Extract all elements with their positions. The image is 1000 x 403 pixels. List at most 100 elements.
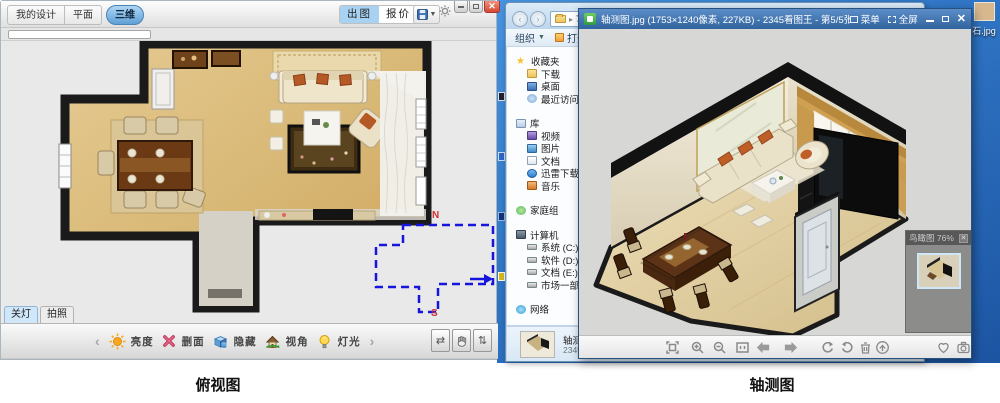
zoom-out-button[interactable]: [711, 340, 727, 355]
zoom-in-button[interactable]: [689, 340, 705, 355]
caption-axonometric-view: 轴测图: [732, 374, 812, 395]
maximize-icon: [473, 4, 479, 9]
light-label: 灯光: [338, 334, 361, 349]
next-image-button[interactable]: [783, 340, 799, 355]
maximize-button[interactable]: [942, 16, 949, 22]
desktop-strip-icon[interactable]: [498, 152, 505, 161]
light-button[interactable]: 灯光: [316, 333, 361, 350]
cube-icon: [212, 333, 229, 350]
item-label: 桌面: [541, 80, 560, 93]
section-label: 网络: [530, 303, 549, 316]
export-image-button[interactable]: 出图: [340, 6, 379, 23]
close-icon[interactable]: ✕: [959, 234, 968, 243]
hand-icon: [455, 334, 468, 347]
drive-icon: [527, 282, 537, 288]
close-button[interactable]: ✕: [484, 1, 500, 13]
viewer-app-icon: [584, 13, 596, 25]
star-icon: ★: [516, 57, 527, 66]
design-app-window: 我的设计 平面 三维 出图 报价 ▼: [0, 0, 497, 360]
zoom-view-button[interactable]: ⇅: [473, 329, 492, 352]
delete-button[interactable]: [857, 340, 873, 355]
scroll-left-icon[interactable]: ‹: [93, 333, 102, 349]
file-thumbnail-art: [521, 332, 554, 357]
rotate-right-button[interactable]: [839, 340, 855, 355]
thunder-downloads-icon: [527, 169, 537, 178]
rotate-left-button[interactable]: [819, 340, 835, 355]
drive-icon: [527, 269, 537, 275]
network-icon: [516, 305, 526, 314]
fit-icon: [665, 340, 680, 355]
item-label: 迅雷下载: [541, 167, 579, 180]
viewer-image-area[interactable]: 鸟瞰图 76% ✕: [579, 29, 971, 335]
caption-top-view: 俯视图: [178, 374, 258, 395]
back-button[interactable]: ‹: [512, 11, 528, 27]
up-arrow-icon: [875, 340, 890, 355]
room-select-combobox[interactable]: [8, 30, 151, 39]
minimize-icon: [458, 6, 464, 8]
file-thumbnail: [520, 331, 555, 358]
minimize-icon: [926, 20, 934, 22]
desktop-icon-label: 石.jpg: [971, 24, 997, 37]
desktop-strip-icon[interactable]: [498, 272, 505, 281]
fullscreen-button[interactable]: 全屏: [888, 12, 918, 26]
recent-places-icon: [527, 94, 537, 103]
actual-size-button[interactable]: [734, 340, 750, 355]
navigator-panel[interactable]: 鸟瞰图 76% ✕: [905, 230, 971, 333]
libraries-icon: [516, 119, 526, 128]
settings-gear-button[interactable]: [439, 4, 451, 16]
viewer-title: 轴测图.jpg (1753×1240像素, 227KB) - 2345看图王 -…: [601, 12, 850, 26]
previous-icon: [755, 340, 771, 355]
brightness-button[interactable]: 亮度: [109, 333, 154, 350]
fullscreen-label: 全屏: [899, 12, 918, 26]
desktop-icon-stone-jpg[interactable]: 石.jpg: [971, 2, 997, 37]
tab-snapshot[interactable]: 拍照: [40, 306, 74, 323]
design-3d-viewport[interactable]: N S 关灯 拍照: [2, 41, 496, 323]
open-icon: [555, 33, 564, 42]
canvas-view-tabs: 关灯 拍照: [4, 306, 76, 323]
view-angle-button[interactable]: 视角: [264, 333, 309, 350]
tab-lights-off[interactable]: 关灯: [4, 306, 38, 323]
screenshot-button[interactable]: [955, 340, 971, 355]
tab-3d[interactable]: 三维: [106, 5, 144, 25]
tab-plan-2d[interactable]: 平面: [64, 5, 102, 25]
minimize-button[interactable]: [926, 16, 934, 22]
floppy-disk-icon: [417, 9, 428, 20]
viewport-nav-buttons: ⇄ ⇅: [431, 329, 492, 352]
music-icon: [527, 181, 537, 190]
item-label: 图片: [541, 142, 560, 155]
desktop-strip-icon[interactable]: [498, 212, 505, 221]
gear-icon: [439, 5, 451, 17]
menu-button[interactable]: 菜单: [850, 12, 880, 26]
videos-icon: [527, 131, 537, 140]
hide-label: 隐藏: [234, 334, 257, 349]
save-button[interactable]: ▼: [413, 5, 440, 24]
tab-my-design[interactable]: 我的设计: [7, 5, 64, 25]
scroll-right-icon[interactable]: ›: [368, 333, 377, 349]
minimize-button[interactable]: [454, 1, 468, 13]
viewer-titlebar[interactable]: 轴测图.jpg (1753×1240像素, 227KB) - 2345看图王 -…: [579, 9, 971, 29]
view-angle-label: 视角: [286, 334, 309, 349]
hide-button: 隐藏: [212, 333, 257, 350]
desktop-strip-icon[interactable]: [498, 92, 505, 101]
favorite-button[interactable]: [935, 340, 951, 355]
navigator-thumbnail[interactable]: [917, 253, 961, 289]
pan-view-button[interactable]: [452, 329, 471, 352]
forward-button[interactable]: ›: [530, 11, 546, 27]
rotate-view-button[interactable]: ⇄: [431, 329, 450, 352]
section-label: 库: [530, 117, 540, 130]
close-button[interactable]: ✕: [957, 14, 966, 25]
compass-north-label: N: [432, 210, 439, 221]
upload-button[interactable]: [874, 340, 890, 355]
desktop-icon-small: [527, 82, 537, 91]
fit-to-window-button[interactable]: [664, 340, 680, 355]
maximize-button[interactable]: [469, 1, 483, 13]
heart-icon: [936, 340, 951, 355]
menu-label: 菜单: [861, 12, 880, 26]
delete-face-label: 删面: [182, 334, 205, 349]
organize-button[interactable]: 组织 ▼: [515, 30, 545, 45]
delete-face-button[interactable]: 删面: [161, 333, 205, 349]
actual-size-icon: [735, 340, 750, 355]
item-label: 系统 (C:): [541, 241, 578, 254]
previous-image-button[interactable]: [755, 340, 771, 355]
desktop-icon-thumbnail: [974, 2, 995, 21]
